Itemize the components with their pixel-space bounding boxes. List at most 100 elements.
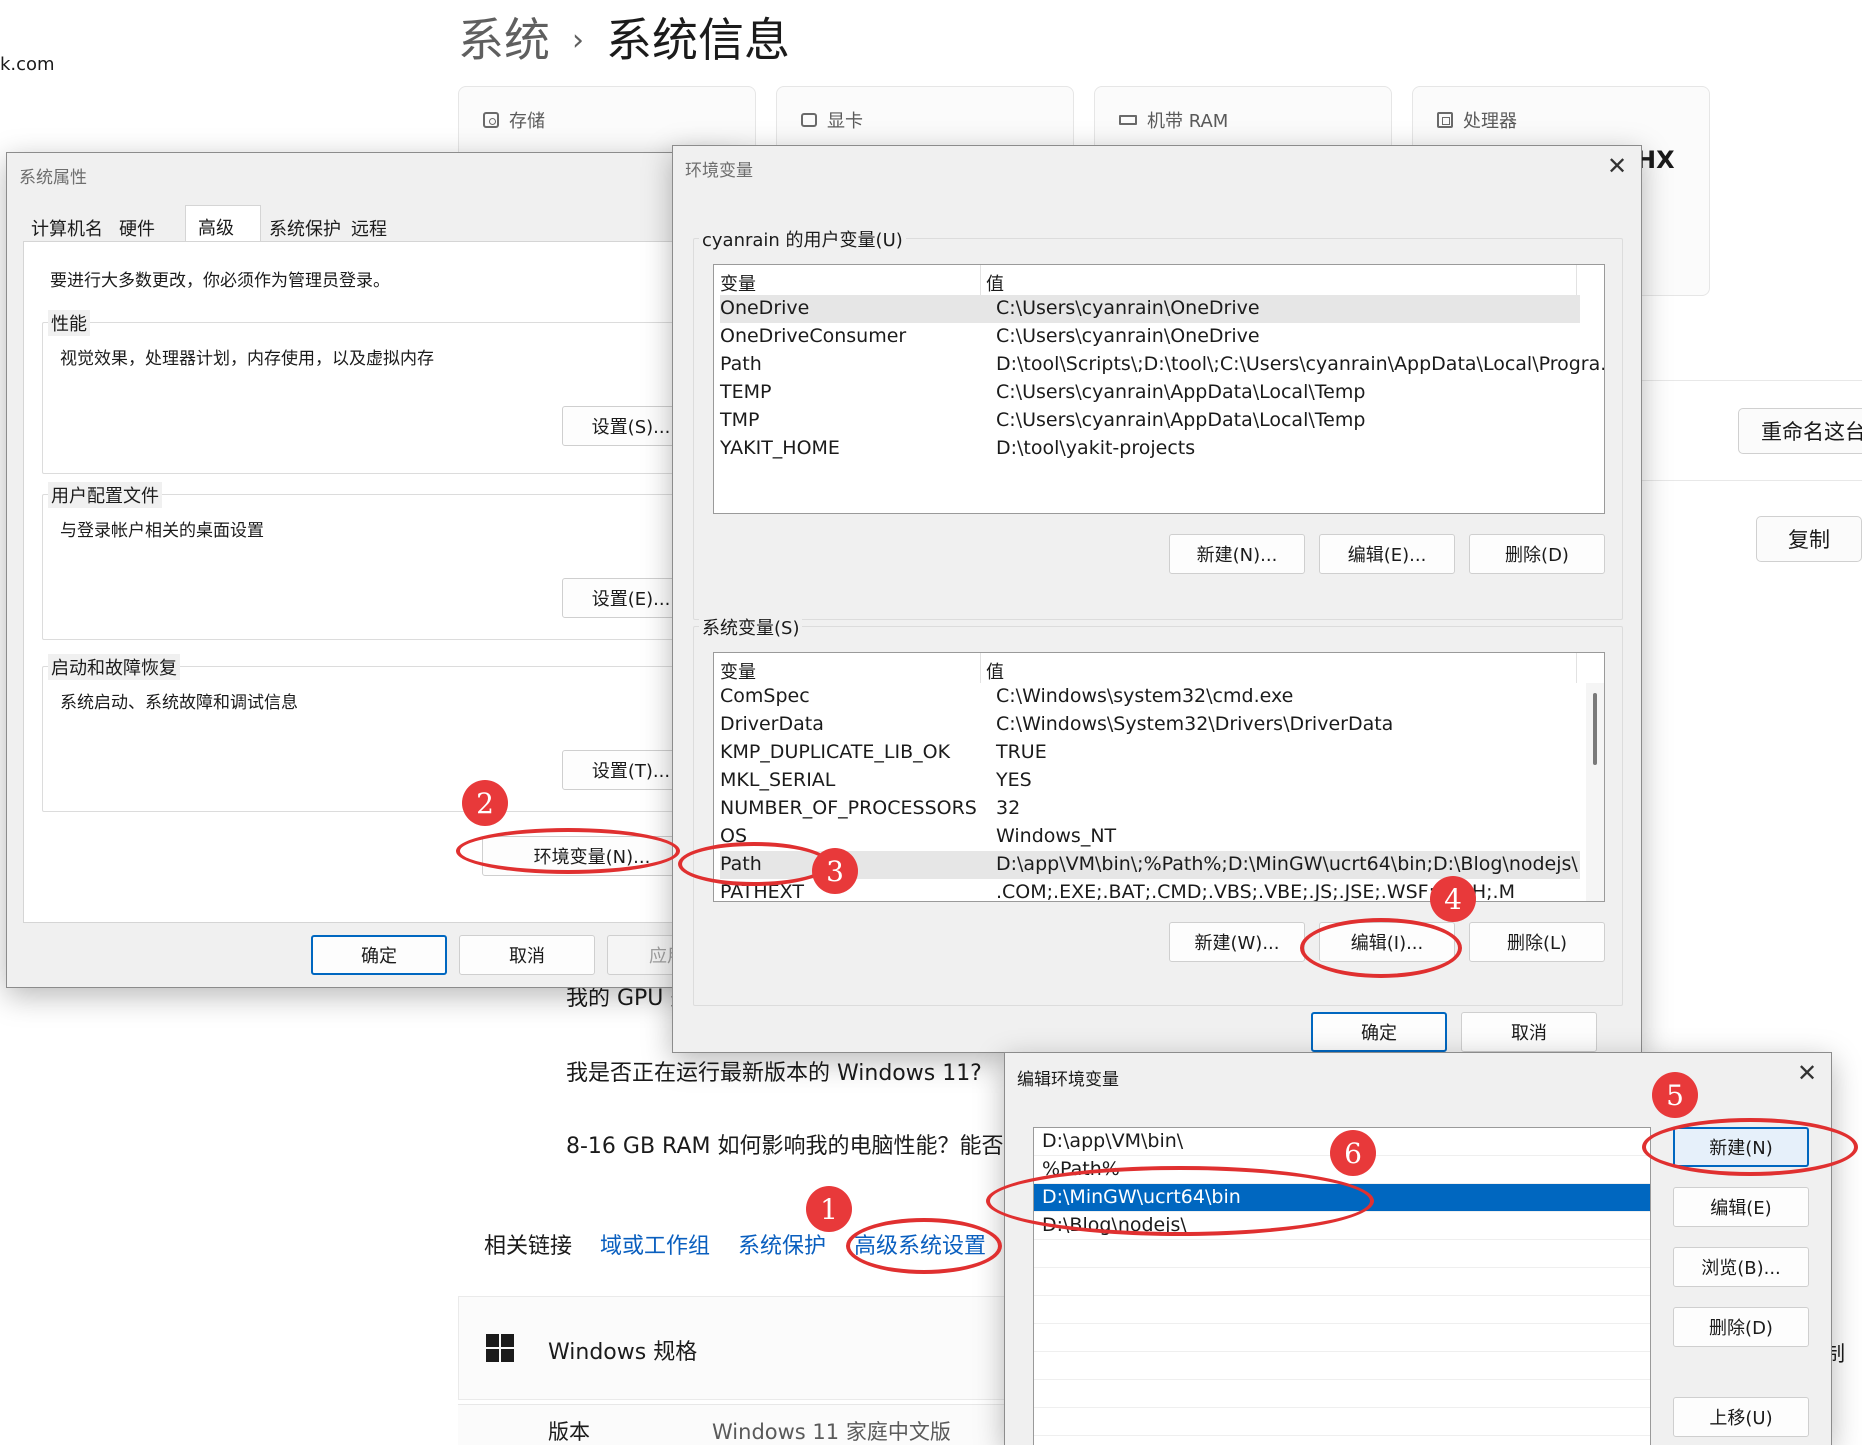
windows-spec-label: Windows 规格 [548,1340,698,1365]
environment-variables-dialog: 环境变量 ✕ cyanrain 的用户变量(U) 变量 值 OneDrive C:… [672,145,1642,1053]
advanced-panel: 要进行大多数更改，你必须作为管理员登录。 性能 视觉效果，处理器计划，内存使用，… [23,241,723,923]
close-icon[interactable]: ✕ [1607,152,1627,180]
annotation-ellipse-env-button [456,828,680,874]
edit-entry-button[interactable]: 编辑(E) [1673,1187,1809,1227]
windows-spec-section [458,1296,1018,1400]
version-key: 版本 [548,1420,590,1444]
group-title: 用户配置文件 [48,482,162,508]
storage-icon [483,112,499,128]
close-icon[interactable]: ✕ [1797,1059,1817,1087]
column-header-variable[interactable]: 变量 [720,658,756,684]
user-delete-button[interactable]: 删除(D) [1469,534,1605,574]
system-delete-button[interactable]: 删除(L) [1469,922,1605,962]
list-item-empty[interactable] [1034,1380,1650,1408]
spec-card-label: 处理器 [1463,111,1517,132]
list-item-empty[interactable] [1034,1268,1650,1296]
list-item-empty[interactable] [1034,1324,1650,1352]
browse-button[interactable]: 浏览(B)... [1673,1247,1809,1287]
group-title: 系统变量(S) [699,614,803,640]
gpu-icon [801,113,817,127]
copy-button[interactable]: 复制 [1756,516,1862,562]
annotation-ellipse-mingw-entry [986,1166,1374,1236]
list-item-empty[interactable] [1034,1296,1650,1324]
annotation-number-6: 6 [1330,1130,1376,1176]
table-row[interactable]: TMP C:\Users\cyanrain\AppData\Local\Temp [720,407,1580,435]
ram-icon [1119,115,1137,125]
user-new-button[interactable]: 新建(N)... [1169,534,1305,574]
list-header: 变量 值 [714,265,1604,295]
group-desc: 系统启动、系统故障和调试信息 [60,693,298,713]
annotation-ellipse-path-row [678,842,830,886]
link-domain-workgroup[interactable]: 域或工作组 [600,1228,710,1260]
breadcrumb-current: 系统信息 [606,13,790,67]
windows-logo-icon [486,1334,514,1362]
tab-remote[interactable]: 远程 [349,209,395,241]
spec-card-label: 显卡 [827,111,863,132]
table-row[interactable]: TEMP C:\Users\cyanrain\AppData\Local\Temp [720,379,1580,407]
dialog-title: 环境变量 [685,161,753,181]
annotation-number-3: 3 [812,848,858,894]
move-up-button[interactable]: 上移(U) [1673,1397,1809,1437]
list-header: 变量 值 [714,653,1604,683]
cancel-button[interactable]: 取消 [459,935,595,975]
table-row[interactable]: DriverData C:\Windows\System32\Drivers\Dr… [720,711,1580,739]
table-row[interactable]: OneDrive C:\Users\cyanrain\OneDrive [720,295,1580,323]
related-links-label: 相关链接 [484,1234,573,1259]
annotation-ellipse-edit-button [1300,918,1462,978]
tab-system-protection[interactable]: 系统保护 [261,209,349,241]
list-item-empty[interactable] [1034,1352,1650,1380]
tab-hardware[interactable]: 硬件 [111,209,163,241]
table-row[interactable]: OneDriveConsumer C:\Users\cyanrain\OneDri… [720,323,1580,351]
group-desc: 视觉效果，处理器计划，内存使用，以及虚拟内存 [60,349,434,369]
dialog-title: 系统属性 [19,168,87,188]
annotation-ellipse-advanced-settings [846,1218,1002,1274]
link-system-protection[interactable]: 系统保护 [738,1228,826,1260]
page-title: 系统 › 系统信息 [458,4,790,70]
annotation-ellipse-new-button [1642,1118,1858,1176]
group-desc: 与登录帐户相关的桌面设置 [60,521,264,541]
group-title: 性能 [48,310,90,336]
processor-icon [1437,112,1453,128]
scrollbar[interactable] [1586,683,1604,901]
breadcrumb-separator-icon: › [572,23,584,58]
group-title: 启动和故障恢复 [48,654,180,680]
column-header-variable[interactable]: 变量 [720,270,756,296]
breadcrumb-parent[interactable]: 系统 [458,13,550,67]
version-value: Windows 11 家庭中文版 [712,1420,951,1444]
admin-note: 要进行大多数更改，你必须作为管理员登录。 [50,271,390,291]
column-header-value[interactable]: 值 [986,658,1004,684]
annotation-number-1: 1 [806,1186,852,1232]
ok-button[interactable]: 确定 [1311,1012,1447,1052]
list-item-empty[interactable] [1034,1408,1650,1436]
rename-pc-button[interactable]: 重命名这台 [1738,408,1862,454]
cancel-button[interactable]: 取消 [1461,1012,1597,1052]
table-row[interactable]: MKL_SERIAL YES [720,767,1580,795]
annotation-number-4: 4 [1430,876,1476,922]
annotation-number-5: 5 [1652,1072,1698,1118]
scroll-thumb[interactable] [1593,693,1597,765]
tab-computer-name[interactable]: 计算机名 [23,209,111,241]
tab-advanced[interactable]: 高级 [185,205,261,241]
user-variables-list[interactable]: 变量 值 OneDrive C:\Users\cyanrain\OneDrive … [713,264,1605,514]
dialog-title: 编辑环境变量 [1017,1070,1119,1090]
table-row[interactable]: ComSpec C:\Windows\system32\cmd.exe [720,683,1580,711]
system-new-button[interactable]: 新建(W)... [1169,922,1305,962]
column-header-value[interactable]: 值 [986,270,1004,296]
spec-card-label: 存储 [509,111,545,132]
ok-button[interactable]: 确定 [311,935,447,975]
table-row[interactable]: YAKIT_HOME D:\tool\yakit-projects [720,435,1580,463]
list-item-empty[interactable] [1034,1240,1650,1268]
tab-bar: 计算机名 硬件 高级 系统保护 远程 [23,205,395,241]
faq-item[interactable]: 我是否正在运行最新版本的 Windows 11? [566,1055,982,1087]
spec-card-label: 机带 RAM [1147,111,1229,132]
group-title: cyanrain 的用户变量(U) [699,226,906,252]
delete-entry-button[interactable]: 删除(D) [1673,1307,1809,1347]
user-edit-button[interactable]: 编辑(E)... [1319,534,1455,574]
edit-environment-variable-dialog: 编辑环境变量 ✕ D:\app\VM\bin\ %Path% D:\MinGW\… [1004,1052,1832,1445]
table-row[interactable]: NUMBER_OF_PROCESSORS 32 [720,795,1580,823]
table-row[interactable]: KMP_DUPLICATE_LIB_OK TRUE [720,739,1580,767]
faq-item[interactable]: 8-16 GB RAM 如何影响我的电脑性能？能否使 [566,1128,1025,1160]
table-row[interactable]: OS Windows_NT [720,823,1580,851]
table-row[interactable]: Path D:\tool\Scripts\;D:\tool\;C:\Users\c… [720,351,1604,379]
annotation-number-2: 2 [462,780,508,826]
